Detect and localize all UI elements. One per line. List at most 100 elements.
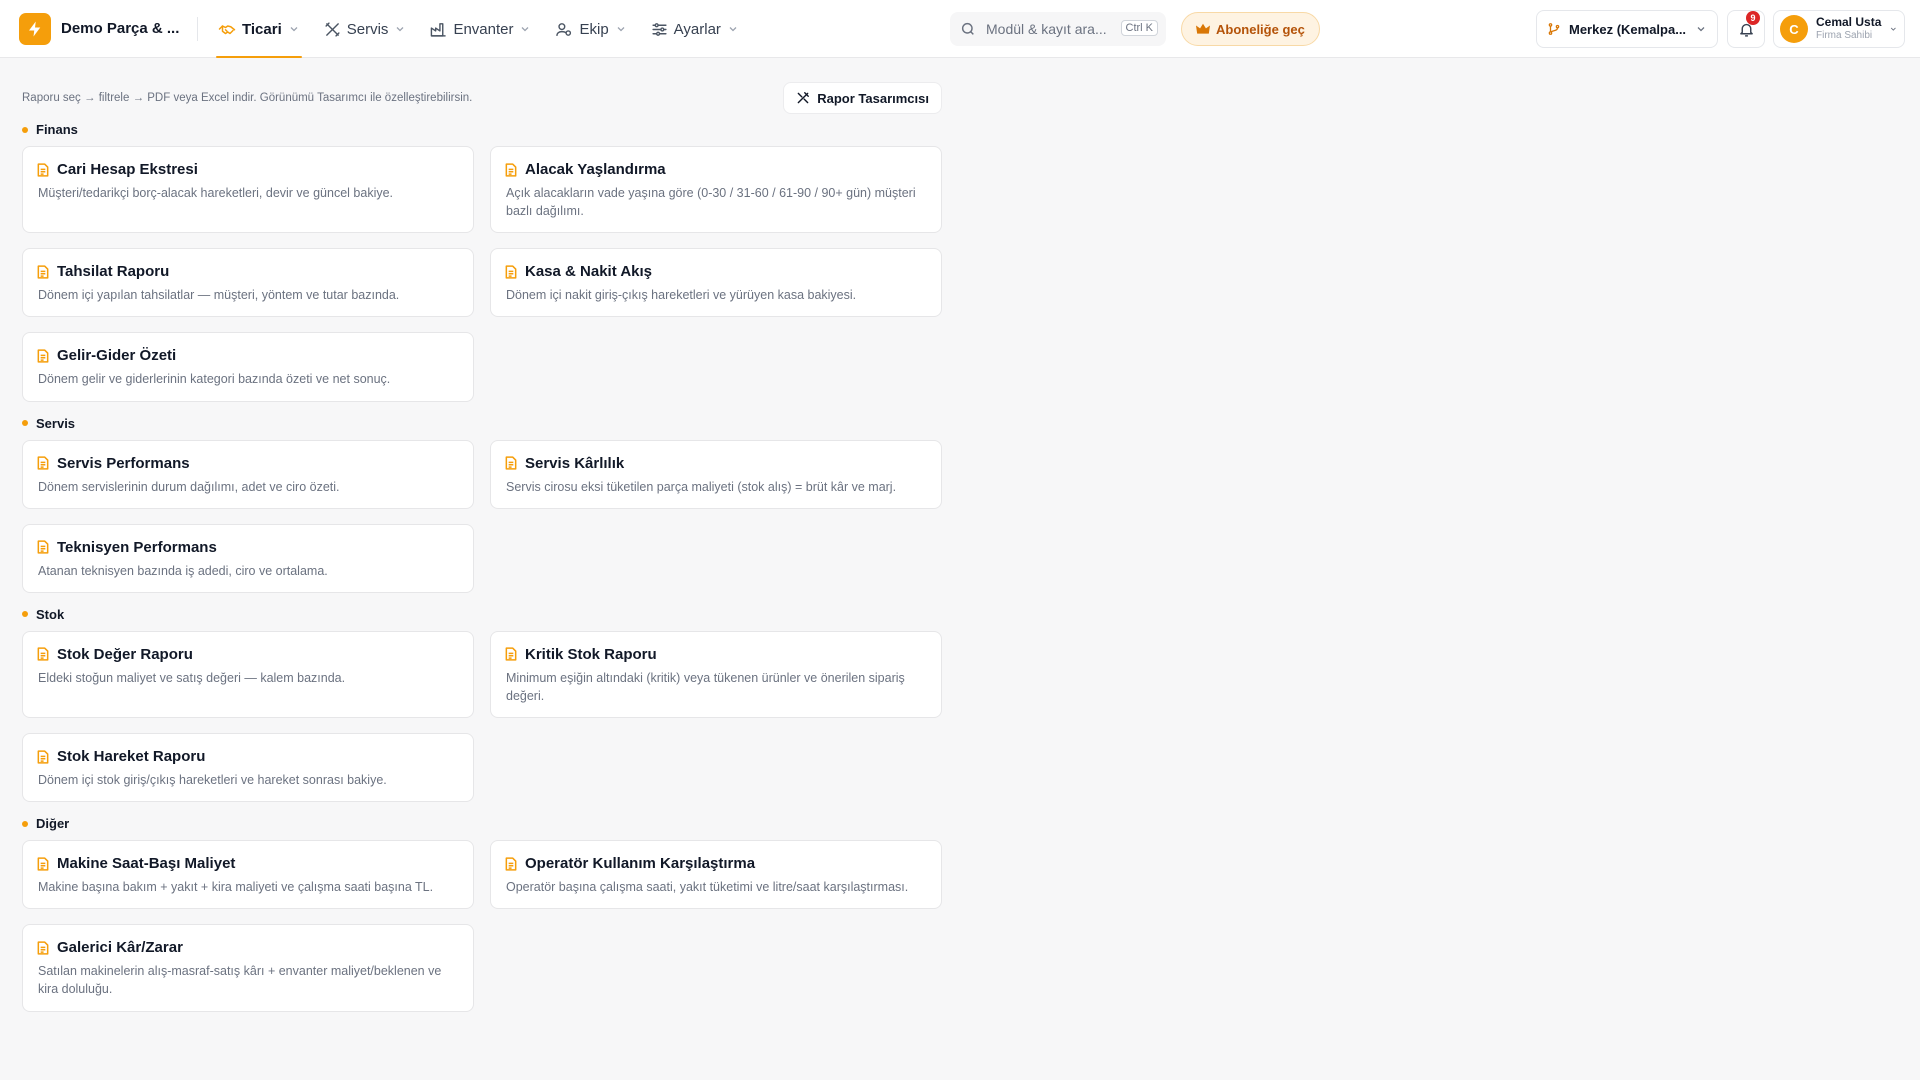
report-card-header: Alacak Yaşlandırma	[505, 161, 927, 178]
document-icon	[37, 540, 49, 554]
report-title: Teknisyen Performans	[57, 538, 217, 556]
report-card-header: Stok Değer Raporu	[37, 646, 459, 663]
nav-ticari[interactable]: Ticari	[214, 0, 304, 58]
branch-selector[interactable]: Merkez (Kemalpa...	[1536, 10, 1718, 48]
report-card[interactable]: Stok Hareket Raporu Dönem içi stok giriş…	[22, 733, 474, 803]
report-card-header: Galerici Kâr/Zarar	[37, 939, 459, 956]
subscribe-button[interactable]: Aboneliğe geç	[1181, 12, 1320, 46]
report-description: Operatör başına çalışma saati, yakıt tük…	[506, 880, 909, 895]
report-description: Atanan teknisyen bazında iş adedi, ciro …	[38, 563, 328, 578]
nav-label: Ekip	[579, 20, 609, 38]
factory-icon	[431, 22, 447, 37]
search-box[interactable]: Ctrl K	[950, 12, 1166, 46]
report-description: Dönem içi stok giriş/çıkış hareketleri v…	[38, 773, 387, 787]
document-icon	[505, 647, 517, 661]
report-card-header: Stok Hareket Raporu	[37, 748, 459, 765]
app-logo[interactable]	[19, 13, 51, 45]
document-icon	[505, 456, 517, 470]
reports-hint: Raporu seç → filtrele → PDF veya Excel i…	[22, 92, 473, 104]
report-card-header: Operatör Kullanım Karşılaştırma	[505, 855, 927, 872]
section-title: Finans	[36, 122, 78, 137]
nav-label: Envanter	[453, 20, 514, 38]
report-description: Dönem içi yapılan tahsilatlar — müşteri,…	[38, 288, 400, 303]
reports-toolbar: Raporu seç → filtrele → PDF veya Excel i…	[22, 82, 942, 114]
report-title: Cari Hesap Ekstresi	[57, 161, 198, 178]
section-heading: Finans	[22, 122, 942, 137]
search-shortcut: Ctrl K	[1120, 20, 1158, 36]
company-name[interactable]: Demo Parça & ...	[61, 20, 179, 37]
section-title: Stok	[36, 606, 65, 622]
document-icon	[37, 349, 49, 363]
report-card[interactable]: Gelir-Gider Özeti Dönem gelir ve giderle…	[22, 332, 474, 402]
user-name: Cemal Usta	[1816, 15, 1882, 30]
lightning-icon	[29, 21, 41, 37]
report-card-header: Cari Hesap Ekstresi	[37, 161, 459, 178]
report-title: Stok Hareket Raporu	[57, 748, 206, 765]
reports-page: Raporu seç → filtrele → PDF veya Excel i…	[22, 82, 942, 1012]
report-description: Müşteri/tedarikçi borç-alacak hareketler…	[38, 186, 394, 200]
document-icon	[37, 749, 49, 764]
document-icon	[505, 162, 517, 177]
nav-ayarlar[interactable]: Ayarlar	[647, 0, 743, 58]
report-card[interactable]: Stok Değer Raporu Eldeki stoğun maliyet …	[22, 630, 474, 718]
document-icon	[37, 647, 49, 661]
nav-envanter[interactable]: Envanter	[426, 0, 535, 58]
report-title: Tahsilat Raporu	[57, 263, 170, 281]
report-section-stok: Stok Stok Değer Raporu Eldeki stoğun mal…	[22, 606, 942, 803]
user-gear-icon	[556, 22, 572, 36]
chevron-down-icon	[1891, 27, 1897, 31]
nav-servis[interactable]: Servis	[320, 0, 411, 58]
document-icon	[37, 857, 49, 871]
chevron-down-icon	[729, 27, 737, 32]
report-card-header: Makine Saat-Başı Maliyet	[37, 855, 459, 872]
report-designer-label: Rapor Tasarımcısı	[817, 90, 929, 106]
report-card[interactable]: Makine Saat-Başı Maliyet Makine başına b…	[22, 840, 474, 910]
report-card[interactable]: Tahsilat Raporu Dönem içi yapılan tahsil…	[22, 248, 474, 318]
report-card[interactable]: Galerici Kâr/Zarar Satılan makinelerin a…	[22, 924, 474, 1012]
report-card[interactable]: Operatör Kullanım Karşılaştırma Operatör…	[490, 840, 942, 910]
main-nav: Ticari Servis Envanter Ekip Ayarlar	[214, 0, 759, 58]
branch-label: Merkez (Kemalpa...	[1569, 21, 1687, 37]
chevron-down-icon	[617, 27, 625, 32]
report-card[interactable]: Servis Kârlılık Servis cirosu eksi tüket…	[490, 439, 942, 509]
report-card[interactable]: Kasa & Nakit Akış Dönem içi nakit giriş-…	[490, 248, 942, 318]
search-input[interactable]	[986, 21, 1116, 37]
section-title: Servis	[36, 415, 76, 431]
top-bar: Demo Parça & ... Ticari Servis Envanter …	[0, 0, 1920, 58]
report-description: Minimum eşiğin altındaki (kritik) veya t…	[506, 670, 905, 703]
report-card[interactable]: Alacak Yaşlandırma Açık alacakların vade…	[490, 146, 942, 234]
user-names: Cemal Usta Firma Sahibi	[1816, 15, 1882, 42]
document-icon	[37, 265, 49, 279]
report-title: Gelir-Gider Özeti	[57, 347, 177, 365]
section-dot	[22, 611, 28, 618]
report-description: Eldeki stoğun maliyet ve satış değeri — …	[38, 670, 346, 685]
report-grid: Cari Hesap Ekstresi Müşteri/tedarikçi bo…	[22, 146, 942, 402]
report-title: Kasa & Nakit Akış	[525, 263, 653, 281]
nav-label: Servis	[346, 20, 389, 38]
report-title: Makine Saat-Başı Maliyet	[57, 855, 236, 873]
report-card[interactable]: Kritik Stok Raporu Minimum eşiğin altınd…	[490, 630, 942, 718]
report-card-header: Kasa & Nakit Akış	[505, 263, 927, 280]
document-icon	[505, 265, 517, 279]
notification-count-badge: 9	[1746, 11, 1760, 25]
document-icon	[37, 162, 49, 177]
nav-ekip[interactable]: Ekip	[551, 0, 630, 58]
sliders-icon	[652, 22, 667, 36]
report-card[interactable]: Teknisyen Performans Atanan teknisyen ba…	[22, 523, 474, 593]
report-description: Dönem gelir ve giderlerinin kategori baz…	[38, 372, 391, 387]
report-title: Kritik Stok Raporu	[525, 645, 657, 663]
user-menu[interactable]: C Cemal Usta Firma Sahibi	[1773, 10, 1905, 48]
report-section-servis: Servis Servis Performans Dönem servisler…	[22, 416, 942, 593]
handshake-icon	[218, 25, 236, 35]
report-card[interactable]: Cari Hesap Ekstresi Müşteri/tedarikçi bo…	[22, 146, 474, 234]
report-description: Dönem içi nakit giriş-çıkış hareketleri …	[506, 288, 857, 303]
report-description: Makine başına bakım + yakıt + kira maliy…	[38, 880, 434, 895]
notifications-button[interactable]: 9	[1727, 10, 1765, 48]
report-designer-button[interactable]: Rapor Tasarımcısı	[783, 82, 942, 114]
section-heading: Servis	[22, 416, 942, 431]
report-card[interactable]: Servis Performans Dönem servislerinin du…	[22, 439, 474, 509]
user-role: Firma Sahibi	[1816, 30, 1873, 42]
report-title: Alacak Yaşlandırma	[525, 161, 666, 178]
nav-label: Ayarlar	[673, 20, 721, 38]
report-description: Satılan makinelerin alış-masraf-satış kâ…	[38, 964, 442, 997]
